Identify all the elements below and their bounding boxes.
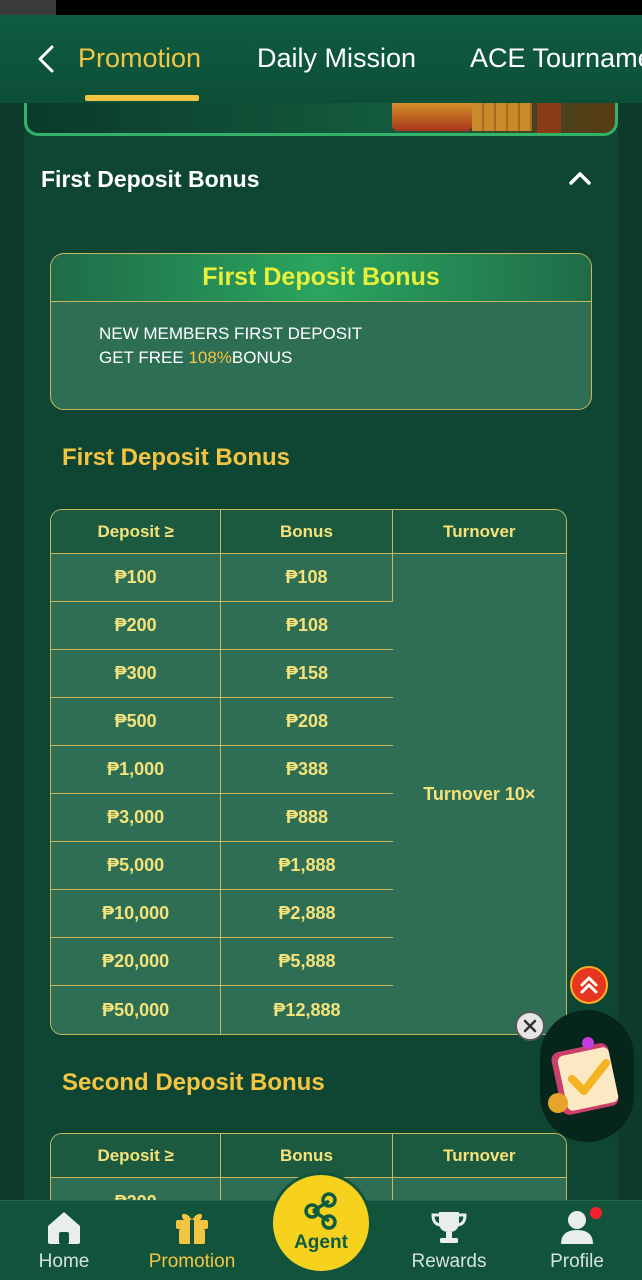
promo-banner[interactable] [24, 103, 618, 136]
deposit-cell: ₱5,000 [51, 842, 222, 890]
deposit-cell: ₱100 [51, 554, 222, 602]
bonus-cell: ₱158 [221, 650, 393, 698]
pillar-decoration [537, 103, 561, 133]
promo-line-2-suffix: BONUS [231, 348, 293, 367]
deposit-cell: ₱50,000 [51, 986, 222, 1034]
first-deposit-table: Deposit ≥ Bonus Turnover ₱100 ₱108 Turno… [50, 509, 567, 1035]
promo-line-1: NEW MEMBERS FIRST DEPOSIT [99, 324, 363, 343]
turnover-cell: Turnover 10× [392, 554, 566, 1034]
table-row: ₱100 ₱108 Turnover 10× [51, 554, 566, 1034]
nav-home[interactable]: Home [9, 1201, 119, 1280]
tab-daily-mission[interactable]: Daily Mission [257, 43, 416, 74]
close-widget-button[interactable] [515, 1011, 545, 1041]
table1-title: First Deposit Bonus [62, 444, 291, 471]
bonus-cell: ₱1,888 [221, 842, 393, 890]
trophy-icon [427, 1207, 471, 1247]
bonus-cell: ₱2,888 [221, 890, 393, 938]
nav-promotion[interactable]: Promotion [137, 1201, 247, 1280]
tab-ace-tournament[interactable]: ACE Tourname [470, 43, 642, 74]
header-deposit: Deposit ≥ [51, 1134, 222, 1178]
section-title: First Deposit Bonus [41, 166, 260, 192]
first-deposit-card: First Deposit Bonus NEW MEMBERS FIRST DE… [50, 253, 592, 410]
bonus-percent: 108% [188, 348, 232, 367]
nav-rewards[interactable]: Rewards [394, 1201, 504, 1280]
table-header-row: Deposit ≥ Bonus Turnover [51, 1134, 566, 1178]
nav-agent-button[interactable]: Agent [270, 1172, 372, 1274]
nav-home-label: Home [38, 1251, 90, 1272]
bonus-cell: ₱108 [221, 602, 393, 650]
bonus-cell: ₱388 [221, 746, 393, 794]
header-bonus: Bonus [221, 1134, 393, 1178]
header-turnover: Turnover [392, 510, 566, 554]
back-button[interactable] [30, 41, 62, 77]
chevron-left-icon [38, 45, 54, 73]
deposit-cell: ₱200 [51, 1178, 222, 1200]
header-turnover: Turnover [392, 1134, 566, 1178]
home-icon [42, 1207, 86, 1247]
gift-icon [170, 1207, 214, 1247]
gold-bricks-icon [472, 103, 532, 131]
nav-agent-label: Agent [294, 1232, 348, 1253]
status-bar-block [0, 0, 56, 15]
double-chevron-up-icon [580, 976, 598, 994]
deposit-cell: ₱20,000 [51, 938, 222, 986]
active-tab-indicator [85, 95, 199, 101]
bonus-cell: ₱12,888 [221, 986, 393, 1034]
nav-rewards-label: Rewards [411, 1251, 487, 1272]
nav-promotion-label: Promotion [148, 1251, 236, 1272]
table-header-row: Deposit ≥ Bonus Turnover [51, 510, 566, 554]
bonus-cell: ₱208 [221, 698, 393, 746]
bonus-cell: ₱888 [221, 794, 393, 842]
deposit-cell: ₱3,000 [51, 794, 222, 842]
checklist-book-icon [548, 1037, 619, 1115]
top-tab-bar: Promotion Daily Mission ACE Tourname [0, 15, 642, 103]
tab-promotion[interactable]: Promotion [78, 43, 201, 74]
deposit-cell: ₱300 [51, 650, 222, 698]
promo-line-2: GET FREE 108%BONUS [99, 348, 292, 368]
deposit-cell: ₱500 [51, 698, 222, 746]
header-bonus: Bonus [221, 510, 393, 554]
status-bar [0, 0, 642, 15]
notification-badge [590, 1207, 602, 1219]
turnover-cell [392, 1178, 566, 1200]
deposit-cell: ₱1,000 [51, 746, 222, 794]
promo-line-2-prefix: GET FREE [99, 348, 189, 367]
scroll-top-button[interactable] [570, 966, 608, 1004]
deposit-cell: ₱10,000 [51, 890, 222, 938]
table2-title: Second Deposit Bonus [62, 1069, 325, 1096]
collapse-button[interactable] [566, 166, 594, 190]
floating-mission-widget[interactable] [540, 1010, 634, 1142]
share-icon [304, 1192, 337, 1230]
bonus-cell: ₱108 [221, 554, 393, 602]
header-deposit: Deposit ≥ [51, 510, 222, 554]
bonus-cell: ₱5,888 [221, 938, 393, 986]
close-icon [523, 1019, 537, 1033]
nav-profile-label: Profile [550, 1251, 604, 1272]
promo-card-title: First Deposit Bonus [51, 254, 591, 302]
chevron-up-icon [569, 172, 591, 185]
treasure-chest-icon [392, 103, 472, 131]
nav-profile[interactable]: Profile [522, 1201, 632, 1280]
deposit-cell: ₱200 [51, 602, 222, 650]
